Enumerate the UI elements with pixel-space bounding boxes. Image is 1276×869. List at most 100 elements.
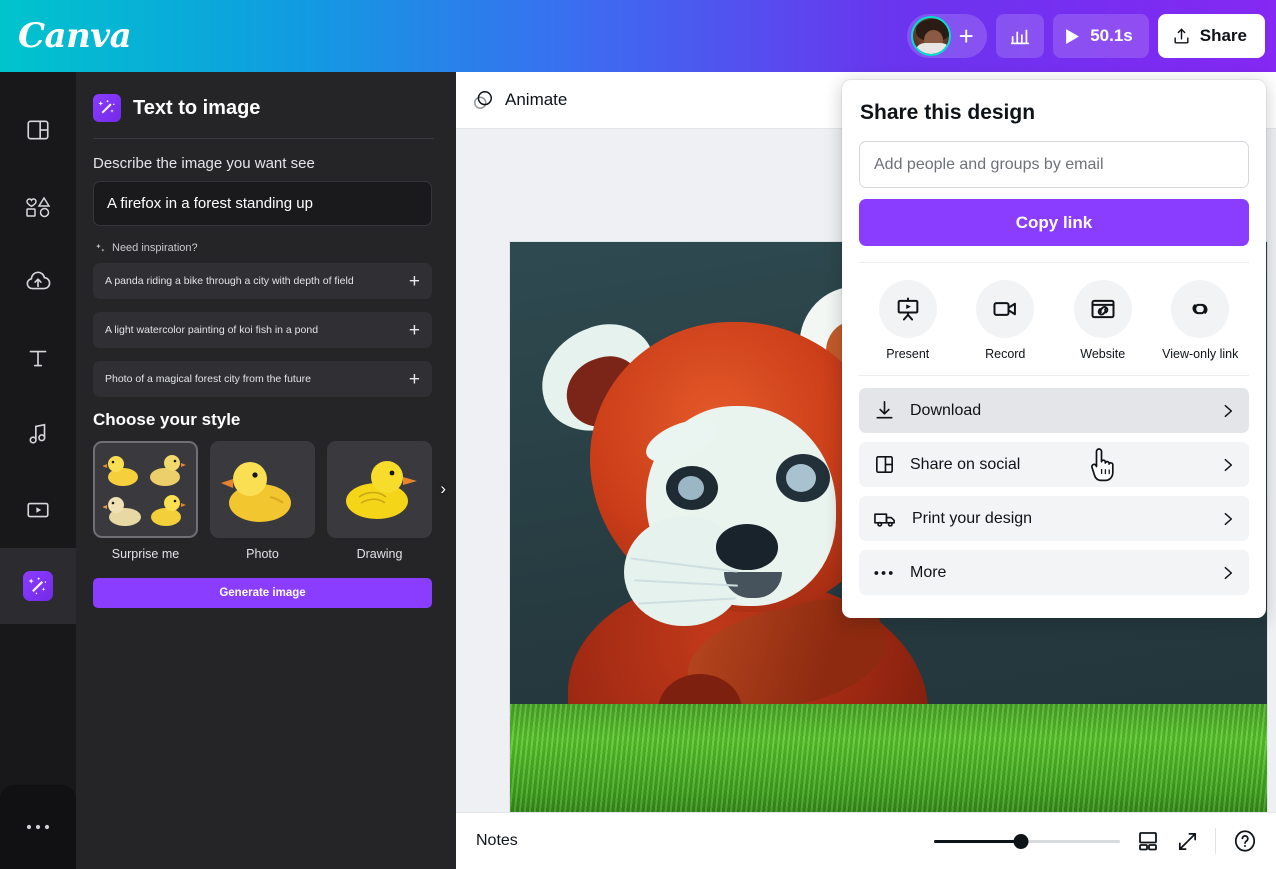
download-arrow-icon xyxy=(876,401,893,419)
action-label: View-only link xyxy=(1162,347,1239,361)
bottom-bar-controls xyxy=(934,828,1258,854)
website-action[interactable]: Website xyxy=(1055,280,1151,361)
top-bar-actions: + 50.1s Share xyxy=(907,14,1276,58)
suggestion-chip[interactable]: A light watercolor painting of koi fish … xyxy=(93,312,432,348)
share-dialog-title: Share this design xyxy=(860,101,1036,124)
share-options-list: Download Share on social Print your desi… xyxy=(859,375,1249,595)
delivery-truck-icon xyxy=(874,513,895,527)
suggestion-chip[interactable]: Photo of a magical forest city from the … xyxy=(93,361,432,397)
plus-icon[interactable]: + xyxy=(405,321,424,340)
avatar[interactable] xyxy=(911,16,952,56)
notes-button[interactable]: Notes xyxy=(476,832,518,850)
chevron-right-icon xyxy=(1224,566,1233,579)
sidebar-item-videos[interactable] xyxy=(0,472,76,548)
sidebar-item-design[interactable] xyxy=(0,92,76,168)
play-icon xyxy=(1066,28,1080,44)
expand-arrows-icon[interactable] xyxy=(1176,830,1199,853)
suggestion-text: Photo of a magical forest city from the … xyxy=(105,373,312,385)
panda-nose xyxy=(716,524,778,570)
animate-circles-icon xyxy=(474,91,492,109)
chevron-right-icon[interactable]: › xyxy=(440,479,446,499)
sidebar-item-apps[interactable] xyxy=(0,548,76,624)
page-title: Text to image xyxy=(133,96,261,119)
avatar-shoulder xyxy=(915,43,950,54)
action-label: Website xyxy=(1080,347,1126,361)
share-button[interactable]: Share xyxy=(1157,14,1265,58)
bar-chart-icon[interactable] xyxy=(996,14,1045,58)
row-label: Print your design xyxy=(912,509,1033,527)
inspiration-header: Need inspiration? xyxy=(95,242,434,254)
style-option-photo[interactable]: Photo xyxy=(210,441,315,561)
sidebar-item-elements[interactable] xyxy=(0,168,76,244)
present-action[interactable]: Present xyxy=(860,280,956,361)
sidebar-item-more[interactable] xyxy=(0,785,76,869)
row-label: Share on social xyxy=(910,455,1021,473)
view-only-link-action[interactable]: View-only link xyxy=(1152,280,1248,361)
style-label: Drawing xyxy=(356,547,403,561)
more-row[interactable]: More xyxy=(859,550,1249,595)
inspiration-label: Need inspiration? xyxy=(112,242,198,254)
left-rail xyxy=(0,72,76,869)
plus-icon[interactable]: + xyxy=(405,370,424,389)
browser-window-link-icon xyxy=(1073,280,1132,338)
chevron-right-icon xyxy=(1224,404,1233,417)
zoom-slider-handle[interactable] xyxy=(1013,833,1029,849)
grass-foreground xyxy=(510,704,1267,820)
design-layout-icon xyxy=(27,120,49,140)
print-your-design-row[interactable]: Print your design xyxy=(859,496,1249,541)
generate-image-button[interactable]: Generate image xyxy=(93,578,432,608)
elements-shapes-icon xyxy=(26,196,51,218)
panda-eye-right xyxy=(776,454,830,502)
chevron-right-icon xyxy=(1224,512,1233,525)
duck-photo-thumbnail xyxy=(210,441,315,538)
suggestion-text: A panda riding a bike through a city wit… xyxy=(105,275,354,287)
record-action[interactable]: Record xyxy=(957,280,1053,361)
style-section-title: Choose your style xyxy=(93,410,241,429)
collaborators-group[interactable]: + xyxy=(907,14,988,58)
row-label: Download xyxy=(910,401,982,419)
panel-header: Text to image xyxy=(93,94,434,122)
duck-drawing-thumbnail xyxy=(327,441,432,538)
action-label: Present xyxy=(886,347,930,361)
suggestion-text: A light watercolor painting of koi fish … xyxy=(105,324,319,336)
grid-pages-icon[interactable] xyxy=(1136,829,1160,853)
share-on-social-row[interactable]: Share on social xyxy=(859,442,1249,487)
canva-editor-window: Canva + 50.1s Share Text to image Descri… xyxy=(0,0,1276,869)
row-label: More xyxy=(910,563,947,581)
play-timer-button[interactable]: 50.1s xyxy=(1053,14,1149,58)
zoom-slider-fill xyxy=(934,839,1022,843)
share-dialog: Share this design Copy link Present xyxy=(842,80,1266,618)
top-bar: Canva + 50.1s Share xyxy=(0,0,1276,72)
share-upload-icon xyxy=(1174,28,1189,44)
zoom-slider[interactable] xyxy=(934,832,1120,850)
question-mark-icon[interactable] xyxy=(1232,828,1258,854)
ellipsis-icon xyxy=(26,824,50,830)
style-label: Photo xyxy=(246,547,279,561)
plus-icon[interactable]: + xyxy=(951,21,981,51)
sidebar-item-text[interactable] xyxy=(0,320,76,396)
share-button-label: Share xyxy=(1199,26,1247,45)
download-row[interactable]: Download xyxy=(859,388,1249,433)
social-layout-icon xyxy=(876,456,893,473)
divider xyxy=(1215,828,1216,854)
chain-link-icon xyxy=(1171,280,1230,338)
style-option-drawing[interactable]: Drawing xyxy=(327,441,432,561)
sidebar-item-audio[interactable] xyxy=(0,396,76,472)
upload-cloud-icon xyxy=(26,271,51,290)
action-label: Record xyxy=(985,347,1026,361)
style-option-surprise-me[interactable]: Surprise me xyxy=(93,441,198,561)
sidebar-item-uploads[interactable] xyxy=(0,244,76,320)
copy-link-button[interactable]: Copy link xyxy=(859,199,1249,246)
duck-grid-thumbnail xyxy=(93,441,198,538)
chevron-right-icon xyxy=(1224,458,1233,471)
animate-button[interactable]: Animate xyxy=(472,89,567,111)
canva-logo[interactable]: Canva xyxy=(18,19,132,53)
magic-apps-icon xyxy=(23,571,53,601)
video-camera-icon xyxy=(976,280,1035,338)
text-t-icon xyxy=(29,350,47,367)
suggestion-chip[interactable]: A panda riding a bike through a city wit… xyxy=(93,263,432,299)
share-email-input[interactable] xyxy=(859,141,1249,188)
prompt-input[interactable] xyxy=(93,181,432,226)
bottom-bar: Notes xyxy=(456,812,1276,869)
plus-icon[interactable]: + xyxy=(405,272,424,291)
